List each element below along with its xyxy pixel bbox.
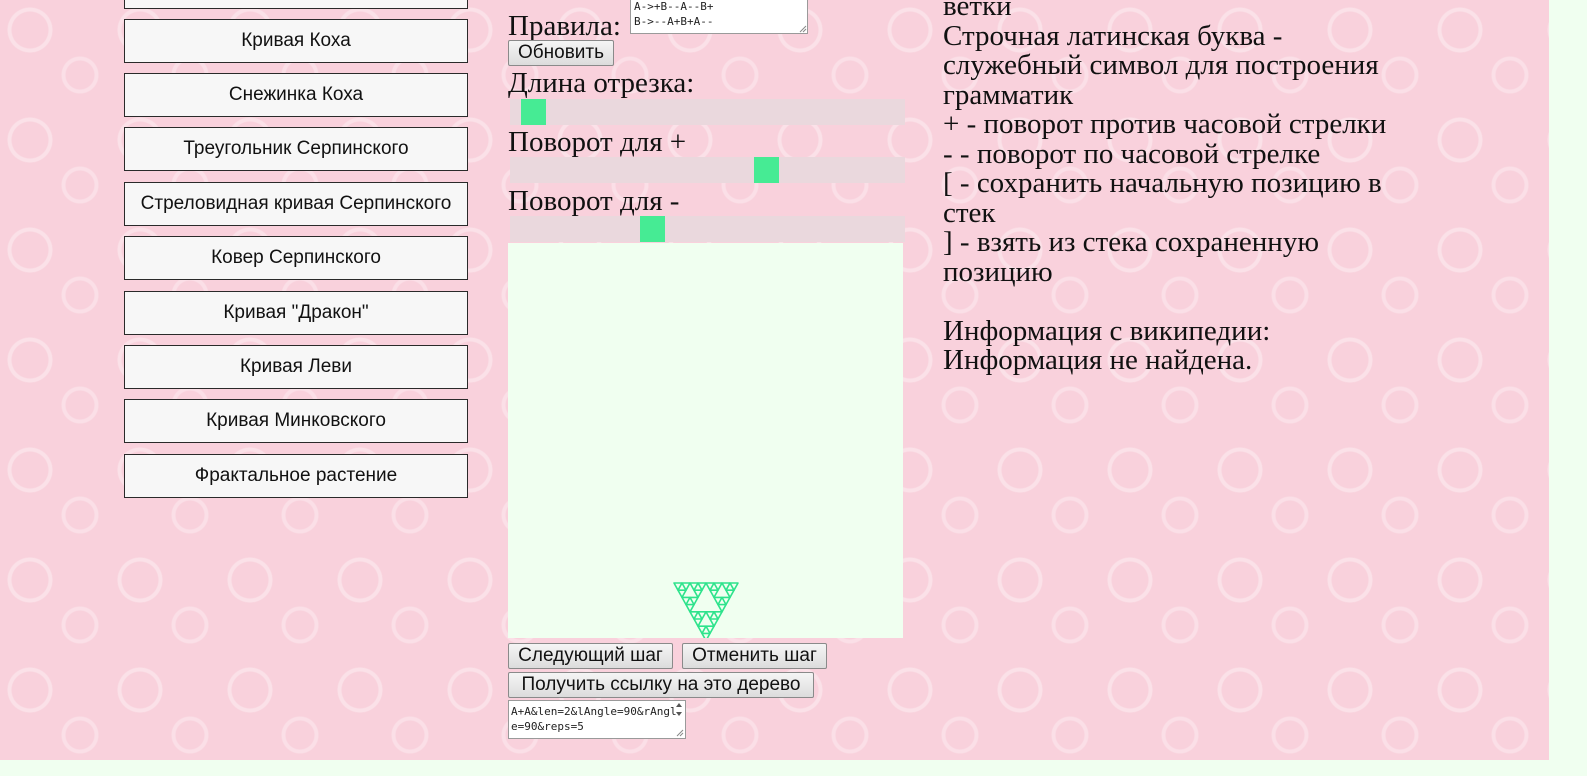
- fractal-segment: [685, 603, 695, 613]
- info-line: + - поворот против часовой стрелки: [943, 108, 1387, 140]
- info-line: Строчная латинская буква -: [943, 19, 1283, 52]
- plus-rotation-slider[interactable]: [510, 157, 905, 183]
- menu-dragon-curve[interactable]: Кривая "Дракон": [124, 291, 468, 335]
- get-link-button[interactable]: Получить ссылку на это дерево: [508, 672, 814, 698]
- fractal-segment: [689, 582, 699, 591]
- menu-koch-curve[interactable]: Кривая Коха: [124, 19, 468, 63]
- fractal-segment: [697, 625, 707, 635]
- fractal-segment: [729, 582, 739, 591]
- fractal-segment: [713, 611, 723, 620]
- menu-sierpinski-arrowhead[interactable]: Стреловидная кривая Серпинского: [124, 182, 468, 226]
- scroll-down-icon: [676, 712, 682, 716]
- resize-grip-icon[interactable]: [799, 25, 807, 33]
- length-slider-thumb[interactable]: [521, 99, 546, 125]
- fractal-segment: [717, 603, 727, 613]
- info-line: - - поворот по часовой стрелке: [943, 137, 1321, 170]
- info-line: позицию: [943, 255, 1053, 288]
- menu-sierpinski-carpet[interactable]: Ковер Серпинского: [124, 236, 468, 280]
- info-line: грамматик: [943, 78, 1074, 111]
- info-panel: ветки Строчная латинская буква - служебн…: [943, 0, 1413, 376]
- info-line: [ - сохранить начальную позицию в: [943, 167, 1382, 199]
- fractal-segment: [713, 596, 723, 606]
- scroll-up-icon: [676, 703, 682, 707]
- textarea-scrollbar[interactable]: [673, 701, 685, 738]
- menu-levy-curve[interactable]: Кривая Леви: [124, 345, 468, 389]
- menu-fractal-plant[interactable]: Фрактальное растение: [124, 454, 468, 498]
- fractal-segment: [681, 582, 691, 591]
- fractal-segment: [689, 611, 699, 620]
- info-line: ветки: [943, 0, 1012, 22]
- resize-grip-icon: [676, 729, 684, 737]
- page-background: Кривая Коха Снежинка Коха Треугольник Се…: [0, 0, 1549, 760]
- menu-koch-snowflake[interactable]: Снежинка Коха: [124, 73, 468, 117]
- info-line: стек: [943, 196, 996, 229]
- update-button[interactable]: Обновить: [508, 40, 614, 66]
- fractal-segment: [677, 589, 687, 599]
- info-line: ] - взять из стека сохраненную: [943, 226, 1319, 258]
- fractal-segment: [721, 596, 731, 606]
- fractal-segment: [705, 611, 715, 620]
- fractal-segment: [681, 596, 691, 606]
- plus-rotation-label: Поворот для +: [508, 126, 687, 158]
- minus-rotation-label: Поворот для -: [508, 185, 680, 217]
- fractal-segment: [725, 589, 735, 599]
- minus-rotation-slider[interactable]: [510, 216, 905, 242]
- page-scrollbar[interactable]: [1569, 0, 1587, 776]
- fractal-segment: [673, 582, 683, 591]
- info-line: служебный символ для построения: [943, 49, 1379, 81]
- menu-button-partial[interactable]: [124, 0, 468, 9]
- fractal-segment: [693, 618, 703, 627]
- fractal-segment: [697, 611, 707, 620]
- menu-sierpinski-triangle[interactable]: Треугольник Серпинского: [124, 127, 468, 171]
- link-textarea[interactable]: A+A&len=2&lAngle=90&rAngle=90&reps=5: [508, 700, 686, 739]
- wiki-text: Информация не найдена.: [943, 344, 1253, 376]
- length-slider[interactable]: [510, 99, 905, 125]
- sierpinski-fractal-drawing: [673, 582, 739, 642]
- fractal-segment: [697, 582, 707, 591]
- rules-label: Правила:: [508, 10, 621, 42]
- fractal-segment: [721, 582, 731, 591]
- wiki-title: Информация с википедии:: [943, 314, 1271, 347]
- fractal-segment: [709, 589, 719, 599]
- fractal-segment: [709, 618, 719, 627]
- undo-step-button[interactable]: Отменить шаг: [682, 643, 827, 669]
- plus-rotation-slider-thumb[interactable]: [754, 157, 779, 183]
- menu-minkowski-curve[interactable]: Кривая Минковского: [124, 399, 468, 443]
- fractal-segment: [693, 589, 703, 599]
- fractal-canvas: [508, 243, 903, 642]
- minus-rotation-slider-thumb[interactable]: [640, 216, 665, 242]
- fractal-segment: [705, 625, 715, 635]
- fractal-segment: [705, 582, 715, 591]
- fractal-segment: [689, 596, 699, 606]
- fractal-segment: [701, 632, 711, 642]
- fractal-segment: [713, 582, 723, 591]
- length-label: Длина отрезка:: [508, 67, 695, 99]
- rules-textarea[interactable]: A->+B--A--B+ B->--A+B+A--: [630, 0, 808, 34]
- next-step-button[interactable]: Следующий шаг: [508, 643, 673, 669]
